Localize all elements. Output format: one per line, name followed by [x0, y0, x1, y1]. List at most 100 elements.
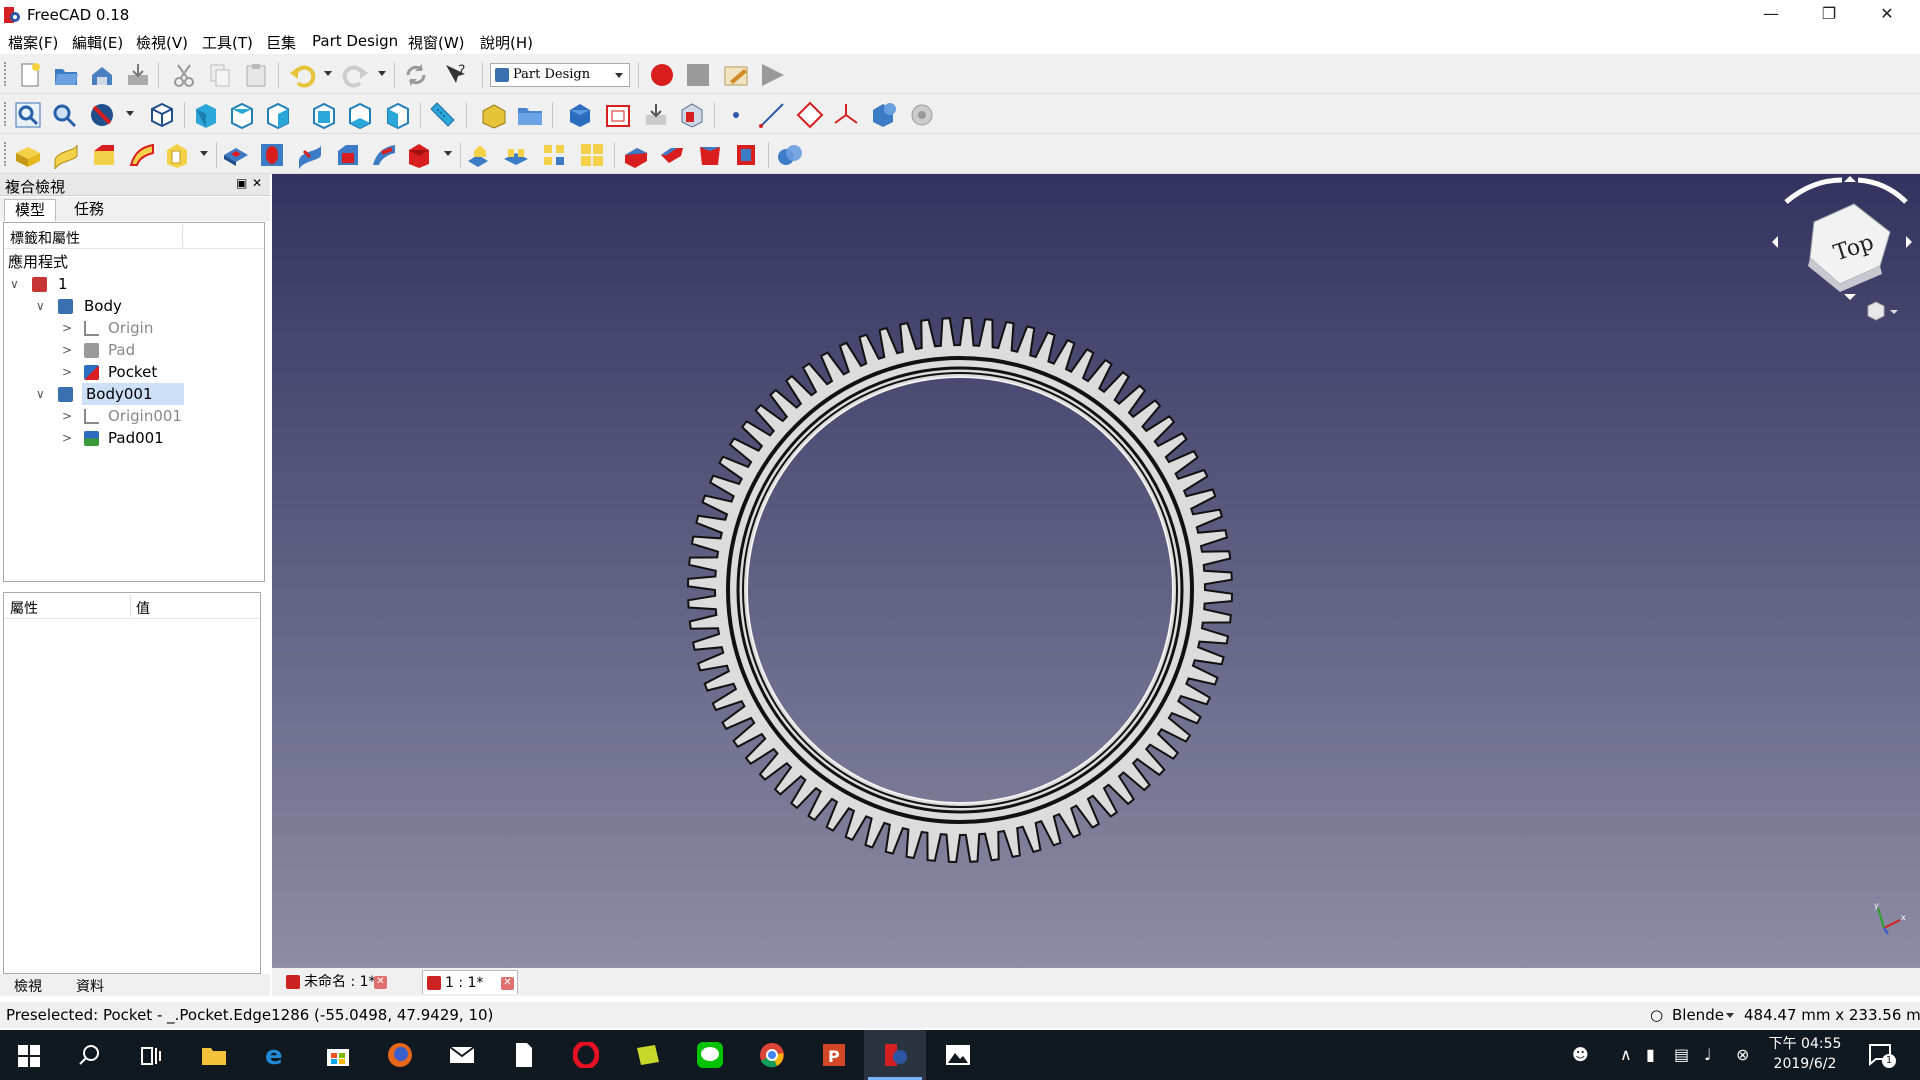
create-part-icon[interactable]: [480, 101, 508, 129]
polar-pattern-icon[interactable]: [540, 141, 568, 169]
undo-icon[interactable]: [288, 61, 316, 89]
chevron-up-icon[interactable]: ∧: [1620, 1045, 1632, 1064]
boolean-operation-icon[interactable]: [776, 141, 804, 169]
subtractive-pipe-icon[interactable]: [370, 141, 398, 169]
tab-tasks[interactable]: 任務: [64, 199, 114, 221]
chevron-right-icon[interactable]: >: [62, 317, 72, 339]
taskbar-firefox[interactable]: [368, 1030, 430, 1080]
ime-icon[interactable]: ⊗: [1736, 1045, 1749, 1064]
tab-model[interactable]: 模型: [4, 199, 57, 221]
pocket-icon[interactable]: [222, 141, 250, 169]
menu-macro[interactable]: 巨集: [266, 32, 296, 53]
navigation-style-selector[interactable]: Blende: [1672, 1006, 1724, 1024]
restore-button[interactable]: ❐: [1800, 0, 1858, 30]
refresh-icon[interactable]: [402, 61, 430, 89]
macro-edit-icon[interactable]: [722, 61, 750, 89]
taskbar-notepad[interactable]: [492, 1030, 554, 1080]
chevron-down-icon[interactable]: [1726, 1013, 1734, 1018]
hole-icon[interactable]: [258, 141, 286, 169]
top-view-icon[interactable]: [228, 101, 256, 129]
redo-icon[interactable]: [342, 61, 370, 89]
chevron-right-icon[interactable]: >: [62, 339, 72, 361]
bottom-view-icon[interactable]: [346, 101, 374, 129]
thickness-icon[interactable]: [732, 141, 760, 169]
search-icon[interactable]: [78, 1044, 100, 1066]
mirrored-icon[interactable]: [466, 141, 494, 169]
notification-center-icon[interactable]: 1: [1868, 1042, 1896, 1068]
create-body-icon[interactable]: [566, 101, 594, 129]
menu-tools[interactable]: 工具(T): [202, 32, 253, 53]
taskbar-powerpoint[interactable]: P: [802, 1030, 864, 1080]
menu-view[interactable]: 檢視(V): [136, 32, 188, 53]
arrow-up-icon[interactable]: [1844, 176, 1856, 182]
gear-model[interactable]: [272, 174, 1920, 968]
linear-pattern-icon[interactable]: [502, 141, 530, 169]
people-icon[interactable]: ☻: [1572, 1045, 1589, 1064]
fit-all-icon[interactable]: [14, 101, 42, 129]
isometric-view-icon[interactable]: [148, 101, 176, 129]
open-file-icon[interactable]: [52, 61, 80, 89]
chevron-down-icon[interactable]: ∨: [36, 295, 45, 317]
datum-line-icon[interactable]: [758, 101, 786, 129]
tree-item-origin001[interactable]: > Origin001: [4, 405, 204, 427]
cut-icon[interactable]: [170, 61, 198, 89]
macro-run-icon[interactable]: [758, 61, 786, 89]
rotate-left-arrow-icon[interactable]: [1784, 177, 1843, 204]
chamfer-icon[interactable]: [658, 141, 686, 169]
minimize-button[interactable]: —: [1742, 0, 1800, 30]
3d-view[interactable]: Top x y: [272, 174, 1920, 968]
tree-item-origin[interactable]: > Origin: [4, 317, 204, 339]
tree-item-pad001[interactable]: > Pad001: [4, 427, 204, 449]
fillet-icon[interactable]: [622, 141, 650, 169]
taskbar-line[interactable]: [678, 1030, 740, 1080]
tab-data[interactable]: 資料: [76, 976, 104, 996]
right-view-icon[interactable]: [264, 101, 292, 129]
taskbar-opera[interactable]: [554, 1030, 616, 1080]
taskbar-folder-app[interactable]: [616, 1030, 678, 1080]
create-sketch-icon[interactable]: [604, 101, 632, 129]
windows-start-icon[interactable]: [18, 1045, 40, 1067]
close-panel-icon[interactable]: ✕: [252, 176, 262, 190]
additive-loft-icon[interactable]: [90, 141, 118, 169]
front-view-icon[interactable]: [192, 101, 220, 129]
rotate-right-arrow-icon[interactable]: [1857, 177, 1908, 204]
measure-distance-icon[interactable]: [428, 101, 456, 129]
chevron-down-icon[interactable]: ∨: [36, 383, 45, 405]
close-button[interactable]: ✕: [1858, 0, 1916, 30]
view-menu-icon[interactable]: [1867, 301, 1898, 321]
macro-stop-icon[interactable]: [684, 61, 712, 89]
shape-binder-icon[interactable]: [642, 101, 670, 129]
subtractive-loft-icon[interactable]: [334, 141, 362, 169]
additive-primitive-icon[interactable]: [164, 141, 192, 169]
part-design-logo-icon[interactable]: [908, 101, 936, 129]
new-file-icon[interactable]: [16, 61, 44, 89]
float-panel-icon[interactable]: ▣: [236, 176, 247, 190]
save-icon[interactable]: [88, 61, 116, 89]
close-icon[interactable]: ✕: [374, 976, 387, 989]
boolean-icon[interactable]: [870, 101, 898, 129]
left-view-icon[interactable]: [384, 101, 412, 129]
datum-plane-icon[interactable]: [796, 101, 824, 129]
taskbar-freecad[interactable]: [864, 1030, 926, 1080]
menu-edit[interactable]: 編輯(E): [72, 32, 123, 53]
tab-view[interactable]: 檢視: [14, 976, 42, 996]
toolbar-grip[interactable]: [4, 102, 8, 126]
tree-item-pocket[interactable]: > Pocket: [4, 361, 204, 383]
arrow-left-icon[interactable]: [1772, 236, 1778, 248]
menu-part-design[interactable]: Part Design: [312, 32, 398, 50]
pad-icon[interactable]: [14, 141, 42, 169]
save-as-icon[interactable]: [124, 61, 152, 89]
chevron-right-icon[interactable]: >: [62, 405, 72, 427]
tree-item-document-1[interactable]: ∨ 1: [4, 273, 204, 295]
toolbar-grip[interactable]: [4, 62, 8, 86]
copy-icon[interactable]: [206, 61, 234, 89]
whats-this-icon[interactable]: ?: [442, 61, 470, 89]
chevron-right-icon[interactable]: >: [62, 427, 72, 449]
taskbar-chrome[interactable]: [740, 1030, 802, 1080]
local-coordinate-system-icon[interactable]: [832, 101, 860, 129]
taskbar-photos[interactable]: [926, 1030, 988, 1080]
additive-pipe-icon[interactable]: [128, 141, 156, 169]
taskbar-mail[interactable]: [430, 1030, 492, 1080]
arrow-right-icon[interactable]: [1906, 236, 1912, 248]
toolbar-grip[interactable]: [4, 142, 8, 166]
